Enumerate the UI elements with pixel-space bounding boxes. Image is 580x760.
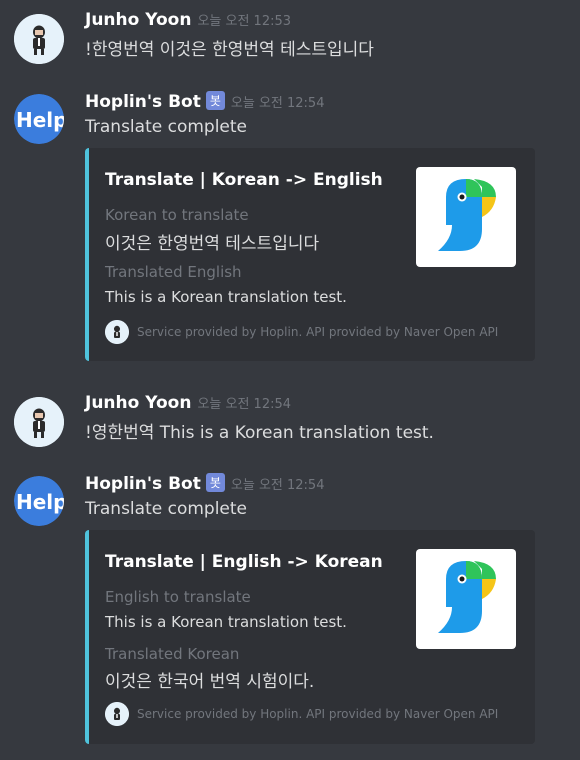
svg-text:Help: Help bbox=[16, 490, 64, 514]
message-header: Hoplin's Bot 봇 오늘 오전 12:54 bbox=[85, 473, 325, 494]
message-text: Translate complete bbox=[85, 117, 247, 137]
footer-icon bbox=[105, 702, 129, 726]
bot-badge: 봇 bbox=[205, 473, 225, 492]
timestamp: 오늘 오전 12:54 bbox=[230, 96, 325, 111]
author-name[interactable]: Hoplin's Bot bbox=[85, 474, 201, 494]
message-junho-2: Junho Yoon 오늘 오전 12:54 !영한번역 This is a Ko… bbox=[0, 393, 580, 453]
field-value: This is a Korean translation test. bbox=[105, 613, 347, 631]
message-text: Translate complete bbox=[85, 499, 247, 519]
person-avatar-icon bbox=[105, 702, 129, 726]
person-avatar-icon bbox=[14, 14, 64, 64]
person-avatar-icon bbox=[105, 320, 129, 344]
field-value: This is a Korean translation test. bbox=[105, 288, 347, 306]
bot-badge: 봇 bbox=[205, 91, 225, 110]
message-text: !한영번역 이것은 한영번역 테스트입니다 bbox=[85, 40, 374, 60]
user-avatar[interactable] bbox=[14, 14, 64, 64]
author-name[interactable]: Hoplin's Bot bbox=[85, 92, 201, 112]
footer-text: Service provided by Hoplin. API provided… bbox=[137, 707, 499, 721]
field-name: Translated English bbox=[105, 263, 242, 281]
timestamp: 오늘 오전 12:54 bbox=[230, 478, 325, 493]
field-name: Korean to translate bbox=[105, 206, 249, 224]
message-text: !영한번역 This is a Korean translation test. bbox=[85, 423, 434, 443]
field-value: 이것은 한국어 번역 시험이다. bbox=[105, 672, 315, 692]
bot-avatar[interactable]: Help bbox=[14, 476, 64, 526]
embed-title: Translate | Korean -> English bbox=[105, 170, 383, 190]
embed-footer: Service provided by Hoplin. API provided… bbox=[105, 320, 498, 344]
embed-thumbnail[interactable] bbox=[416, 167, 516, 267]
footer-text: Service provided by Hoplin. API provided… bbox=[137, 325, 499, 339]
embed-title: Translate | English -> Korean bbox=[105, 552, 383, 572]
message-header: Hoplin's Bot 봇 오늘 오전 12:54 bbox=[85, 91, 325, 112]
message-bot-2: Help Hoplin's Bot 봇 오늘 오전 12:54 Translate … bbox=[0, 473, 580, 746]
embed-thumbnail[interactable] bbox=[416, 549, 516, 649]
person-avatar-icon bbox=[14, 397, 64, 447]
field-name: Translated Korean bbox=[105, 645, 240, 663]
bot-avatar[interactable]: Help bbox=[14, 94, 64, 144]
timestamp: 오늘 오전 12:54 bbox=[197, 397, 292, 412]
field-value: 이것은 한영번역 테스트입니다 bbox=[105, 234, 320, 254]
translation-embed: Translate | Korean -> English Korean to … bbox=[85, 148, 535, 361]
message-header: Junho Yoon 오늘 오전 12:54 bbox=[85, 393, 291, 413]
svg-text:Help: Help bbox=[16, 108, 64, 132]
field-name: English to translate bbox=[105, 588, 251, 606]
translation-embed: Translate | English -> Korean English to… bbox=[85, 530, 535, 744]
user-avatar[interactable] bbox=[14, 397, 64, 447]
papago-parrot-icon bbox=[438, 561, 496, 633]
author-name[interactable]: Junho Yoon bbox=[85, 10, 191, 30]
message-bot-1: Help Hoplin's Bot 봇 오늘 오전 12:54 Translate … bbox=[0, 91, 580, 362]
help-avatar-icon: Help bbox=[14, 476, 64, 526]
papago-parrot-icon bbox=[438, 179, 496, 251]
footer-icon bbox=[105, 320, 129, 344]
message-header: Junho Yoon 오늘 오전 12:53 bbox=[85, 10, 291, 30]
message-junho-1: Junho Yoon 오늘 오전 12:53 !한영번역 이것은 한영번역 테스트… bbox=[0, 10, 580, 70]
embed-footer: Service provided by Hoplin. API provided… bbox=[105, 702, 498, 726]
author-name[interactable]: Junho Yoon bbox=[85, 393, 191, 413]
timestamp: 오늘 오전 12:53 bbox=[197, 14, 292, 29]
help-avatar-icon: Help bbox=[14, 94, 64, 144]
